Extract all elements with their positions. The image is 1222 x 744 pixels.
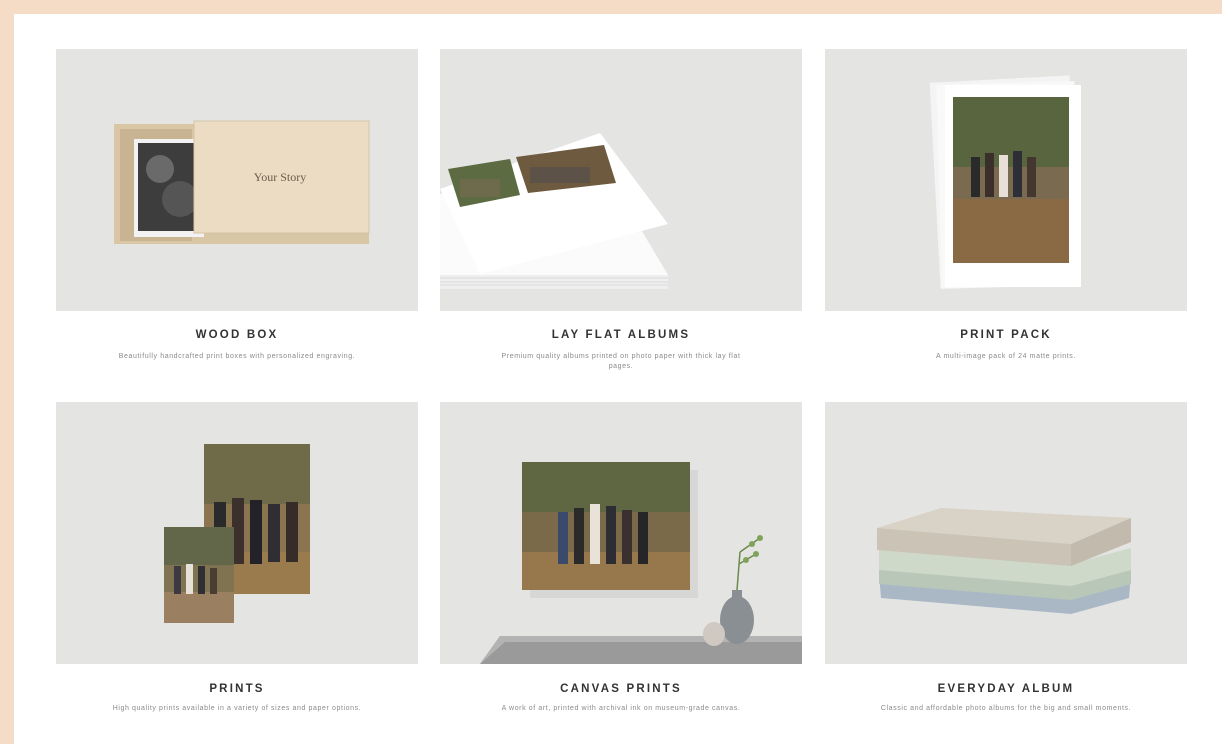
- product-grid: Your Story WOOD BOX Beautifully handcraf…: [14, 14, 1222, 744]
- product-title[interactable]: CANVAS PRINTS: [440, 683, 802, 695]
- lay-flat-albums-image[interactable]: [440, 49, 802, 311]
- print-pack-image[interactable]: [825, 49, 1187, 311]
- product-title[interactable]: PRINT PACK: [825, 329, 1187, 341]
- product-description: Beautifully handcrafted print boxes with…: [118, 353, 356, 360]
- engraving-text: Your Story: [254, 170, 306, 184]
- product-title[interactable]: EVERYDAY ALBUM: [825, 683, 1187, 695]
- everyday-album-image[interactable]: [825, 402, 1187, 664]
- canvas-prints-image[interactable]: [440, 402, 802, 664]
- product-description: Premium quality albums printed on photo …: [501, 353, 741, 370]
- product-description: A work of art, printed with archival ink…: [501, 705, 741, 712]
- product-title[interactable]: LAY FLAT ALBUMS: [440, 329, 802, 341]
- product-title[interactable]: WOOD BOX: [56, 329, 418, 341]
- product-description: High quality prints available in a varie…: [112, 705, 362, 712]
- product-description: A multi-image pack of 24 matte prints.: [936, 353, 1076, 360]
- prints-image[interactable]: [56, 402, 418, 664]
- product-title[interactable]: PRINTS: [56, 683, 418, 695]
- wood-box-image[interactable]: Your Story: [56, 49, 418, 311]
- product-description: Classic and affordable photo albums for …: [880, 705, 1132, 712]
